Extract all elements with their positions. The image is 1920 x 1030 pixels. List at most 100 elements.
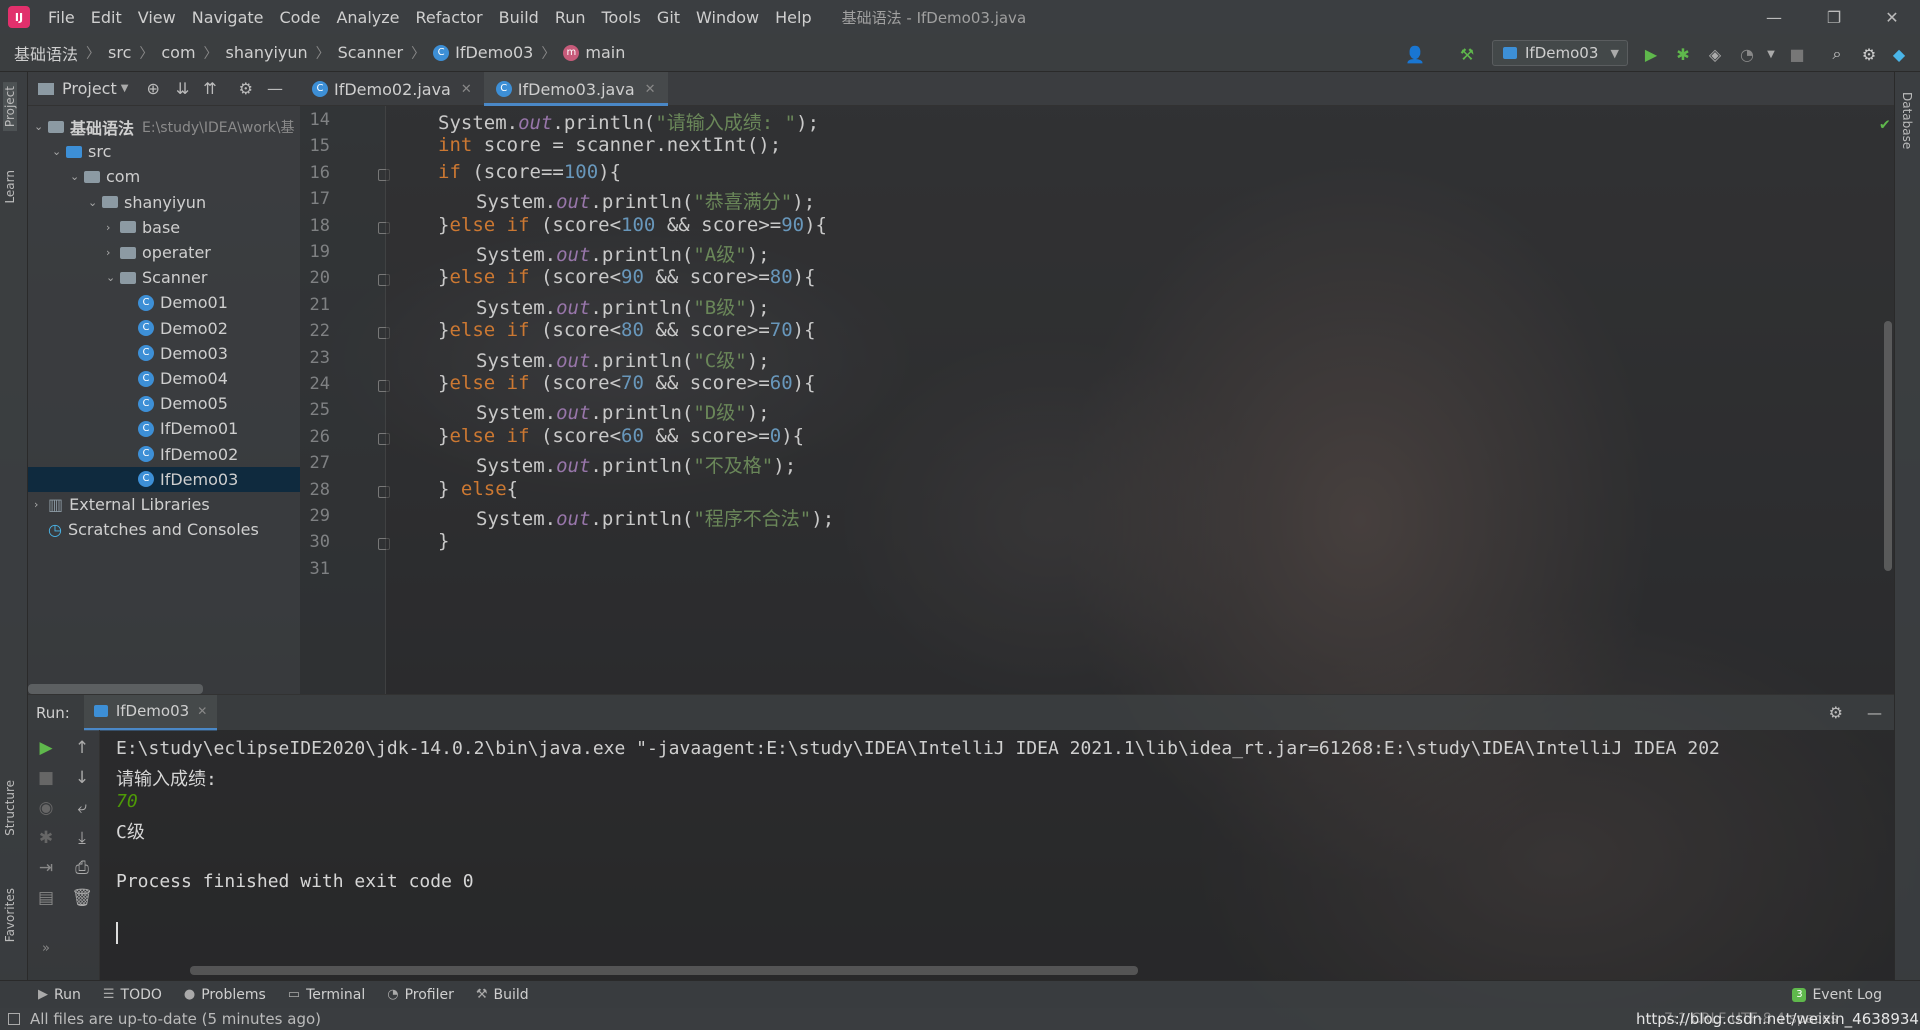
tree-item[interactable]: › base bbox=[28, 215, 300, 240]
up-arrow-icon[interactable]: ↑ bbox=[64, 734, 100, 762]
run-icon[interactable]: ▶ bbox=[1640, 43, 1662, 65]
trash-icon[interactable]: 🗑 bbox=[64, 884, 100, 912]
more-run-chevron-icon[interactable]: ▼ bbox=[1760, 43, 1782, 65]
close-tab-icon[interactable]: ✕ bbox=[645, 82, 656, 97]
breadcrumb-item[interactable]: src bbox=[108, 43, 131, 62]
hide-panel-icon[interactable]: — bbox=[1867, 704, 1882, 722]
rerun-icon[interactable]: ▶ bbox=[28, 734, 64, 762]
tree-item[interactable]: C IfDemo03 bbox=[28, 466, 300, 492]
menu-code[interactable]: Code bbox=[272, 8, 329, 27]
build-hammer-icon[interactable]: ⚒ bbox=[1456, 43, 1478, 65]
tree-item[interactable]: ⌄ src bbox=[28, 139, 300, 164]
run-tab[interactable]: IfDemo03 ✕ bbox=[83, 694, 218, 731]
tool-problems-button[interactable]: ● Problems bbox=[184, 987, 266, 1003]
event-log-button[interactable]: 3 Event Log bbox=[1792, 987, 1882, 1003]
breadcrumb-item[interactable]: Scanner bbox=[338, 43, 403, 62]
close-tab-icon[interactable]: ✕ bbox=[197, 704, 207, 718]
favorites-tool-button[interactable]: Favorites bbox=[3, 888, 17, 942]
breadcrumb-item[interactable]: shanyiyun bbox=[226, 43, 308, 62]
locate-icon[interactable]: ⊕ bbox=[146, 79, 159, 98]
menu-run[interactable]: Run bbox=[547, 8, 594, 27]
tree-item[interactable]: C IfDemo01 bbox=[28, 416, 300, 441]
scroll-to-end-icon[interactable]: ⤓ bbox=[64, 824, 100, 852]
menu-view[interactable]: View bbox=[130, 8, 184, 27]
tool-todo-button[interactable]: ☰ TODO bbox=[103, 987, 162, 1003]
tree-item[interactable]: C IfDemo02 bbox=[28, 442, 300, 467]
layout-icon[interactable]: ▤ bbox=[28, 884, 64, 912]
exit-icon[interactable]: ⇥ bbox=[28, 854, 64, 882]
menu-file[interactable]: File bbox=[40, 8, 83, 27]
tree-item[interactable]: C Demo01 bbox=[28, 290, 300, 315]
close-tab-icon[interactable]: ✕ bbox=[461, 82, 472, 97]
chevron-down-icon[interactable]: ⌄ bbox=[52, 145, 66, 158]
tree-item[interactable]: C Demo05 bbox=[28, 391, 300, 416]
more-icon[interactable]: » bbox=[28, 934, 64, 962]
menu-edit[interactable]: Edit bbox=[83, 8, 130, 27]
run-configuration-select[interactable]: IfDemo03 ▼ bbox=[1492, 40, 1628, 66]
gear-icon[interactable]: ⚙ bbox=[1858, 43, 1880, 65]
debug-icon[interactable]: ✱ bbox=[1672, 43, 1694, 65]
debug-disabled-icon[interactable]: ✱ bbox=[28, 824, 64, 852]
stop-icon[interactable]: ■ bbox=[1786, 43, 1808, 65]
down-arrow-icon[interactable]: ↓ bbox=[64, 764, 100, 792]
project-tool-button[interactable]: Project bbox=[3, 82, 17, 132]
menu-git[interactable]: Git bbox=[649, 8, 688, 27]
breadcrumb-item[interactable]: m main bbox=[563, 43, 625, 62]
chevron-right-icon[interactable]: › bbox=[106, 246, 120, 259]
editor-tab[interactable]: C IfDemo03.java ✕ bbox=[483, 72, 668, 106]
menu-help[interactable]: Help bbox=[767, 8, 819, 27]
breadcrumb-item[interactable]: C IfDemo03 bbox=[433, 43, 533, 62]
run-console[interactable]: E:\study\eclipseIDE2020\jdk-14.0.2\bin\j… bbox=[100, 730, 1894, 980]
menu-refactor[interactable]: Refactor bbox=[408, 8, 491, 27]
tool-build-button[interactable]: ⚒ Build bbox=[476, 987, 529, 1003]
chevron-right-icon[interactable]: › bbox=[106, 221, 120, 234]
learn-tool-button[interactable]: Learn bbox=[3, 170, 17, 204]
close-window-icon[interactable]: ✕ bbox=[1862, 0, 1920, 34]
console-horizontal-scrollbar[interactable] bbox=[190, 966, 1138, 975]
gear-icon[interactable]: ⚙ bbox=[1829, 703, 1843, 722]
coverage-icon[interactable]: ◈ bbox=[1704, 43, 1726, 65]
soft-wrap-icon[interactable]: ⤶ bbox=[64, 794, 100, 822]
minimize-icon[interactable]: — bbox=[1744, 0, 1804, 34]
camera-icon[interactable]: ◉ bbox=[28, 794, 64, 822]
tree-item[interactable]: ⌄ shanyiyun bbox=[28, 190, 300, 215]
collapse-all-icon[interactable]: ⇈ bbox=[203, 79, 216, 98]
chevron-down-icon[interactable]: ⌄ bbox=[34, 120, 48, 133]
structure-tool-button[interactable]: Structure bbox=[3, 780, 17, 836]
chevron-down-icon[interactable]: ⌄ bbox=[88, 196, 102, 209]
tree-item[interactable]: C Demo03 bbox=[28, 341, 300, 366]
menu-tools[interactable]: Tools bbox=[594, 8, 649, 27]
tool-profiler-button[interactable]: ◔ Profiler bbox=[387, 987, 454, 1003]
print-icon[interactable]: ⎙ bbox=[64, 854, 100, 882]
tree-item[interactable]: › ▥ External Libraries bbox=[28, 492, 300, 517]
restore-icon[interactable]: ❐ bbox=[1804, 0, 1864, 34]
menu-window[interactable]: Window bbox=[688, 8, 767, 27]
gear-icon[interactable]: ⚙ bbox=[239, 79, 253, 98]
profile-icon[interactable]: ◔ bbox=[1736, 43, 1758, 65]
tree-item[interactable]: ◷ Scratches and Consoles bbox=[28, 517, 300, 542]
menu-analyze[interactable]: Analyze bbox=[328, 8, 407, 27]
tree-item[interactable]: C Demo04 bbox=[28, 366, 300, 391]
menu-build[interactable]: Build bbox=[491, 8, 547, 27]
tree-item[interactable]: › operater bbox=[28, 240, 300, 265]
menu-navigate[interactable]: Navigate bbox=[184, 8, 272, 27]
user-icon[interactable]: 👤 bbox=[1404, 43, 1426, 65]
tool-terminal-button[interactable]: ▭ Terminal bbox=[288, 987, 365, 1003]
editor-tab[interactable]: C IfDemo02.java ✕ bbox=[300, 72, 484, 106]
breadcrumb-item[interactable]: 基础语法 bbox=[14, 41, 78, 65]
tree-item[interactable]: ⌄ Scanner bbox=[28, 265, 300, 290]
expand-all-icon[interactable]: ⇊ bbox=[176, 79, 189, 98]
hide-panel-icon[interactable]: — bbox=[267, 79, 283, 98]
panel-toggle-icon[interactable] bbox=[8, 1013, 20, 1025]
tree-item[interactable]: C Demo02 bbox=[28, 316, 300, 341]
tool-run-button[interactable]: ▶ Run bbox=[38, 987, 81, 1003]
chevron-down-icon[interactable]: ⌄ bbox=[106, 271, 120, 284]
code-editor[interactable]: ✔ System.out.println("请输入成绩: "); int scor… bbox=[386, 106, 1894, 694]
project-view-select[interactable]: Project bbox=[62, 79, 117, 98]
tree-item[interactable]: ⌄ com bbox=[28, 164, 300, 189]
chevron-down-icon[interactable]: ▼ bbox=[121, 83, 129, 94]
stop-icon[interactable]: ■ bbox=[28, 764, 64, 792]
breadcrumb-item[interactable]: com bbox=[161, 43, 195, 62]
chevron-right-icon[interactable]: › bbox=[34, 498, 48, 511]
chevron-down-icon[interactable]: ⌄ bbox=[70, 170, 84, 183]
